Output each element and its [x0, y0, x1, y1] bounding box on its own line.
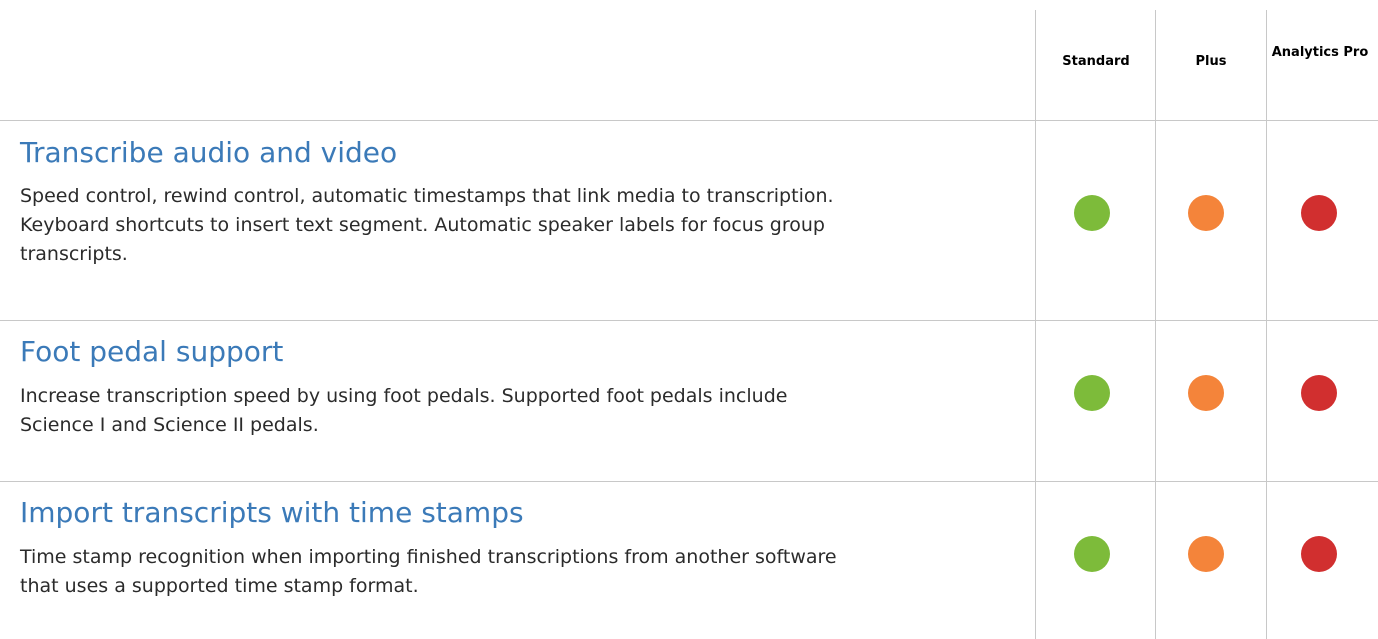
included-indicator-analytics-pro — [1301, 536, 1337, 572]
tier-header-plus: Plus — [1195, 54, 1227, 69]
feature-comparison-table: Standard Plus Analytics Pro Transcribe a… — [0, 0, 1378, 639]
feature-title: Import transcripts with time stamps — [20, 496, 524, 529]
feature-row-transcribe: Transcribe audio and video Speed control… — [0, 120, 1378, 321]
feature-description: Increase transcription speed by using fo… — [20, 385, 788, 436]
feature-description: Time stamp recognition when importing fi… — [20, 546, 837, 597]
included-indicator-standard — [1074, 195, 1110, 231]
included-indicator-plus — [1188, 375, 1224, 411]
feature-description: Speed control, rewind control, automatic… — [20, 185, 834, 265]
included-indicator-plus — [1188, 195, 1224, 231]
feature-title: Transcribe audio and video — [20, 136, 398, 169]
feature-title: Foot pedal support — [20, 335, 284, 368]
included-indicator-standard — [1074, 536, 1110, 572]
table-header: Standard Plus Analytics Pro — [0, 0, 1378, 121]
tier-header-analytics-pro: Analytics Pro — [1271, 45, 1369, 60]
included-indicator-analytics-pro — [1301, 195, 1337, 231]
tier-header-standard: Standard — [1062, 54, 1130, 69]
included-indicator-standard — [1074, 375, 1110, 411]
feature-row-foot-pedal: Foot pedal support Increase transcriptio… — [0, 321, 1378, 482]
feature-row-import-transcripts: Import transcripts with time stamps Time… — [0, 482, 1378, 639]
included-indicator-plus — [1188, 536, 1224, 572]
included-indicator-analytics-pro — [1301, 375, 1337, 411]
